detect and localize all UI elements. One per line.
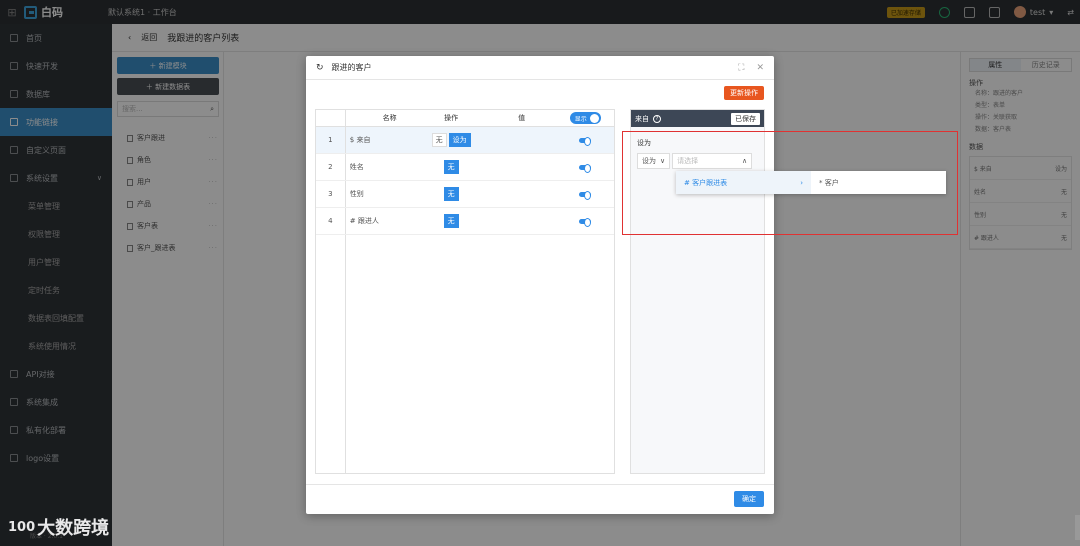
table-row[interactable]: 4 # 跟进人 无	[316, 208, 614, 235]
field-table: 名称 操作 值 显示 1 $ 来自 无设为 2 姓名 无 3 性别 无 4 # …	[315, 109, 615, 474]
op-none-button[interactable]: 无	[443, 187, 459, 201]
toggle-knob	[589, 113, 599, 123]
col-op-header: 操作	[444, 114, 459, 122]
row-number: 3	[316, 181, 346, 207]
num-column-fill	[316, 235, 346, 473]
row-number: 1	[316, 127, 346, 153]
col-val-header: 值	[518, 114, 526, 122]
row-name: # 跟进人	[349, 217, 379, 225]
row-number: 4	[316, 208, 346, 234]
row-name: $ 来自	[349, 136, 371, 144]
table-row[interactable]: 2 姓名 无	[316, 154, 614, 181]
op-none-button[interactable]: 无	[443, 160, 459, 174]
op-none-button[interactable]: 无	[431, 133, 447, 147]
highlight-annotation	[622, 131, 958, 235]
fullscreen-icon[interactable]: ⛶	[738, 63, 744, 73]
watermark-text: 大数跨境	[37, 518, 110, 539]
scrollbar[interactable]	[1075, 515, 1080, 540]
modal-dialog: ↻ 跟进的客户 ⛶ ✕ 更新操作 名称 操作 值 显示 1 $ 来自 无设为 2 …	[306, 56, 774, 514]
confirm-button[interactable]: 确定	[734, 491, 764, 507]
watermark-logo: 100	[8, 519, 36, 535]
show-toggle[interactable]: 显示	[569, 112, 601, 124]
row-name: 姓名	[349, 163, 364, 171]
close-icon[interactable]: ✕	[756, 63, 764, 73]
config-title: 来自	[635, 114, 649, 123]
watermark: 100 大数跨境	[8, 514, 109, 540]
update-operation-button[interactable]: 更新操作	[724, 86, 764, 100]
saved-button[interactable]: 已保存	[731, 112, 760, 125]
row-name: 性别	[349, 190, 364, 198]
row-toggle[interactable]	[579, 163, 592, 173]
op-none-button[interactable]: 无	[443, 214, 459, 228]
refresh-icon[interactable]: ↻	[316, 63, 324, 73]
row-toggle[interactable]	[579, 136, 592, 146]
modal-title: 跟进的客户	[331, 63, 372, 72]
row-number: 2	[316, 154, 346, 180]
modal-footer: 确定	[306, 484, 774, 514]
table-row[interactable]: 3 性别 无	[316, 181, 614, 208]
col-num	[316, 110, 346, 126]
row-toggle[interactable]	[579, 190, 592, 200]
col-name-header: 名称	[382, 114, 397, 122]
help-icon[interactable]: ?	[653, 114, 661, 123]
op-set-button[interactable]: 设为	[448, 133, 471, 147]
row-toggle[interactable]	[579, 217, 592, 227]
table-row[interactable]: 1 $ 来自 无设为	[316, 127, 614, 154]
toggle-label: 显示	[574, 115, 587, 123]
